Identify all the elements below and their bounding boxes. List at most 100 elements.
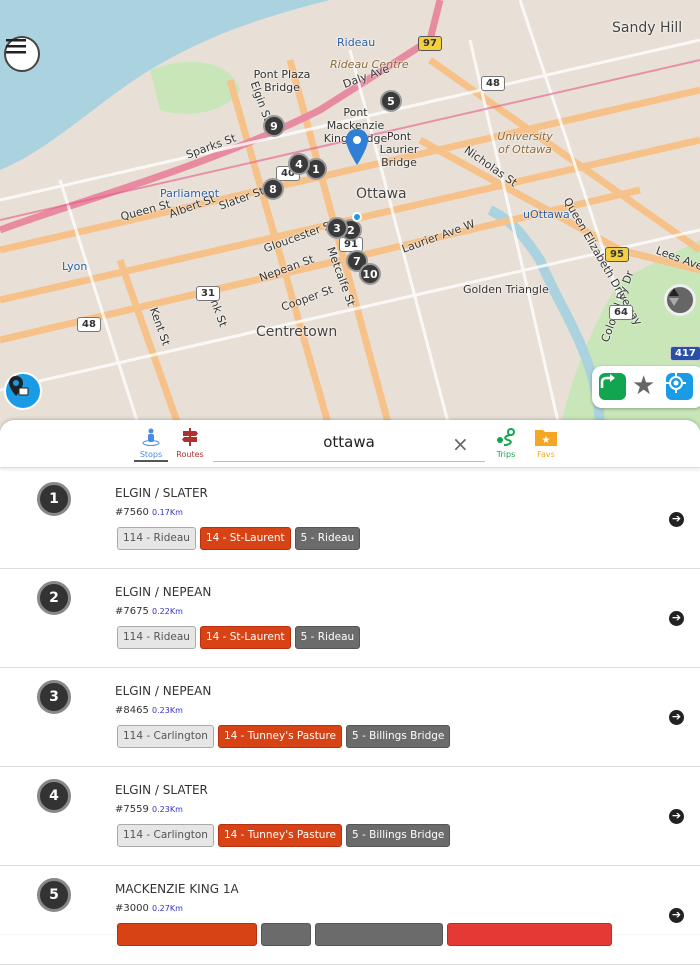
trip-route-icon: [497, 428, 515, 446]
stop-marker[interactable]: 4: [288, 153, 310, 175]
stop-list-item[interactable]: 2 ELGIN / NEPEAN #7675 0.22Km 114 - Ride…: [0, 569, 700, 668]
stop-marker[interactable]: 9: [263, 115, 285, 137]
stop-list-item[interactable]: 5 MACKENZIE KING 1A #3000 0.27Km ➔: [0, 866, 700, 965]
tab-stops[interactable]: Stops: [134, 428, 168, 462]
tab-bar: Stops Routes ottawa × Trips ★ Favs: [0, 420, 700, 468]
road-shield: 48: [77, 317, 101, 332]
stop-list-item[interactable]: 1 ELGIN / SLATER #7560 0.17Km 114 - Ride…: [0, 470, 700, 569]
stop-marker[interactable]: 8: [262, 178, 284, 200]
route-chip[interactable]: 5 - Rideau: [294, 527, 361, 550]
route-chip[interactable]: [117, 923, 257, 946]
tab-favs[interactable]: ★ Favs: [534, 428, 558, 459]
nearby-stops-button[interactable]: [4, 372, 42, 410]
route-chip[interactable]: 114 - Carlington: [117, 824, 214, 847]
map-label: Pont Laurier Bridge: [379, 130, 419, 169]
svg-text:★: ★: [542, 435, 551, 446]
favorites-folder-icon: ★: [535, 430, 557, 446]
route-chip[interactable]: [315, 923, 443, 946]
tab-label: Trips: [496, 450, 516, 459]
locate-me-button[interactable]: [666, 373, 693, 400]
route-chip[interactable]: 114 - Rideau: [117, 527, 196, 550]
turn-right-icon: [600, 374, 615, 388]
map-pin-lock-icon: [9, 376, 29, 396]
route-chip[interactable]: 114 - Rideau: [117, 626, 196, 649]
stop-number-badge: 1: [37, 482, 71, 516]
directions-button[interactable]: [599, 373, 626, 400]
map-label: Ottawa: [356, 186, 407, 202]
stop-number-badge: 4: [37, 779, 71, 813]
stop-code: #8465: [115, 705, 149, 716]
stop-marker[interactable]: 10: [359, 263, 381, 285]
stop-name: ELGIN / SLATER: [115, 486, 208, 500]
stop-distance: 0.27Km: [152, 904, 183, 913]
road-shield: 417: [670, 346, 700, 361]
route-chip[interactable]: 14 - Tunney's Pasture: [217, 824, 343, 847]
arrow-right-icon[interactable]: ➔: [669, 710, 684, 725]
compass-icon: [669, 288, 679, 306]
arrow-right-icon[interactable]: ➔: [669, 809, 684, 824]
map-label: Rideau: [337, 36, 376, 49]
stop-code: #7559: [115, 804, 149, 815]
route-chip[interactable]: 5 - Billings Bridge: [346, 725, 451, 748]
stop-code: #7675: [115, 606, 149, 617]
map-view[interactable]: Sandy Hill Rideau Rideau Centre Pont Pla…: [0, 0, 700, 430]
road-shield: 64: [609, 305, 633, 320]
route-chip[interactable]: 5 - Billings Bridge: [346, 824, 451, 847]
stop-number-badge: 5: [37, 878, 71, 912]
favorite-star-button[interactable]: ★: [632, 371, 655, 401]
route-chip[interactable]: [447, 923, 612, 946]
stop-distance: 0.17Km: [152, 508, 183, 517]
route-chips: 114 - Carlington 14 - Tunney's Pasture 5 -…: [117, 824, 451, 847]
tab-label: Stops: [139, 450, 163, 459]
map-action-bar: ★: [592, 366, 700, 408]
route-chip[interactable]: 14 - Tunney's Pasture: [217, 725, 343, 748]
tab-routes[interactable]: Routes: [176, 428, 204, 459]
map-label: uOttawa: [523, 208, 570, 221]
stop-code: #3000: [115, 903, 149, 914]
tab-label: Favs: [537, 450, 555, 459]
map-label: Sandy Hill: [612, 20, 683, 36]
arrow-right-icon[interactable]: ➔: [669, 611, 684, 626]
route-chip[interactable]: 14 - St-Laurent: [199, 626, 291, 649]
road-shield: 31: [196, 286, 220, 301]
clear-search-icon[interactable]: ×: [452, 432, 469, 456]
stop-code-line: #7560 0.17Km: [115, 507, 183, 518]
location-pin-icon[interactable]: [345, 128, 369, 166]
route-chip[interactable]: 114 - Carlington: [117, 725, 214, 748]
stop-name: ELGIN / SLATER: [115, 783, 208, 797]
stop-code-line: #7675 0.22Km: [115, 606, 183, 617]
stop-marker[interactable]: 3: [326, 217, 348, 239]
arrow-right-icon[interactable]: ➔: [669, 908, 684, 923]
signpost-icon: [182, 428, 198, 446]
stop-number-badge: 2: [37, 581, 71, 615]
route-chip[interactable]: [261, 923, 311, 946]
stop-name: MACKENZIE KING 1A: [115, 882, 239, 896]
person-stop-icon: [142, 428, 160, 446]
stop-list-item[interactable]: 4 ELGIN / SLATER #7559 0.23Km 114 - Carl…: [0, 767, 700, 866]
road-shield: 97: [418, 36, 442, 51]
tab-trips[interactable]: Trips: [494, 428, 518, 459]
search-input[interactable]: ottawa: [213, 428, 485, 462]
stop-list-item[interactable]: 3 ELGIN / NEPEAN #8465 0.23Km 114 - Carl…: [0, 668, 700, 767]
map-label: Lyon: [62, 260, 88, 273]
stop-number-badge: 3: [37, 680, 71, 714]
route-chips: 114 - Rideau 14 - St-Laurent 5 - Rideau: [117, 626, 361, 649]
route-chip[interactable]: 14 - St-Laurent: [199, 527, 291, 550]
stop-code-line: #8465 0.23Km: [115, 705, 183, 716]
route-chips: 114 - Carlington 14 - Tunney's Pasture 5 -…: [117, 725, 451, 748]
stop-name: ELGIN / NEPEAN: [115, 684, 212, 698]
compass-button[interactable]: [664, 284, 696, 316]
stop-marker[interactable]: 5: [380, 90, 402, 112]
road-shield: 95: [605, 247, 629, 262]
stop-code-line: #3000 0.27Km: [115, 903, 183, 914]
stop-distance: 0.23Km: [152, 805, 183, 814]
route-chip[interactable]: 5 - Rideau: [294, 626, 361, 649]
road-shield: 48: [481, 76, 505, 91]
map-label: Golden Triangle: [463, 283, 549, 296]
stop-distance: 0.23Km: [152, 706, 183, 715]
tab-label: Routes: [176, 450, 204, 459]
stop-distance: 0.22Km: [152, 607, 183, 616]
arrow-right-icon[interactable]: ➔: [669, 512, 684, 527]
menu-button[interactable]: [4, 36, 40, 72]
current-location-dot: [352, 212, 362, 222]
